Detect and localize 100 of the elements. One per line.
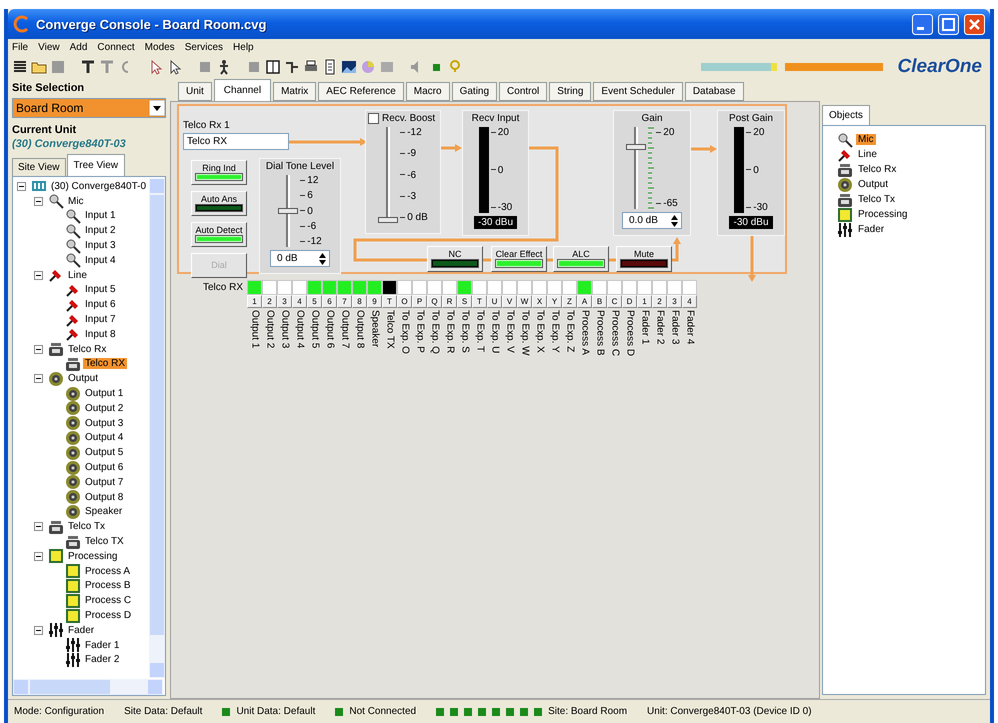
expander-icon[interactable] [34, 344, 43, 354]
menu-item[interactable]: Help [233, 42, 254, 52]
tab[interactable]: Control [499, 82, 548, 101]
matrix-cell[interactable] [427, 280, 442, 295]
column-number[interactable]: D [622, 295, 637, 308]
matrix-cell[interactable] [577, 280, 592, 295]
tree-item[interactable]: Telco Tx [66, 521, 108, 532]
checkbox[interactable] [368, 113, 379, 124]
column-number[interactable]: X [532, 295, 547, 308]
channel-button[interactable]: Ring Ind [191, 160, 247, 185]
tree-item[interactable]: Process B [83, 580, 133, 592]
tree-item[interactable]: Output 8 [83, 492, 126, 503]
matrix-cell[interactable] [322, 280, 337, 295]
expander-icon[interactable] [34, 552, 43, 561]
tree-item[interactable]: Output 3 [83, 418, 126, 429]
object-item[interactable]: Telco Tx [856, 194, 898, 205]
expander-icon[interactable] [34, 374, 43, 384]
menu-item[interactable]: View [38, 42, 60, 52]
column-number[interactable]: Z [562, 295, 577, 308]
menu-item[interactable]: Add [70, 42, 88, 52]
tree-item[interactable]: (30) Converge840T-0 [49, 180, 148, 192]
matrix-cell[interactable] [442, 280, 457, 295]
tree-item[interactable]: Fader [66, 624, 96, 636]
object-item[interactable]: Line [856, 149, 879, 160]
matrix-cell[interactable] [622, 280, 637, 295]
horizontal-scrollbar[interactable] [13, 679, 163, 695]
tab[interactable]: Gating [452, 82, 498, 101]
channel-button[interactable]: Mute [616, 246, 672, 272]
tab[interactable]: Channel [214, 79, 272, 101]
tree-item[interactable]: Process D [83, 610, 134, 621]
column-number[interactable]: 7 [337, 295, 352, 308]
channel-button[interactable]: ALC [553, 246, 609, 272]
tree-item[interactable]: Speaker [83, 506, 124, 518]
matrix-cell[interactable] [667, 280, 682, 295]
matrix-cell[interactable] [532, 280, 547, 295]
matrix-cell[interactable] [397, 280, 412, 295]
column-number[interactable]: 5 [307, 295, 322, 308]
object-item[interactable]: Telco Rx [856, 164, 898, 175]
tree-item[interactable]: Input 4 [83, 254, 118, 266]
column-number[interactable]: S [457, 295, 472, 308]
tree-item[interactable]: Process C [83, 595, 134, 606]
tree-item[interactable]: Output [66, 373, 100, 384]
object-item[interactable]: Output [856, 179, 890, 190]
channel-button[interactable]: Auto Detect [191, 222, 247, 247]
column-number[interactable]: Q [427, 295, 442, 308]
square-icon[interactable] [50, 59, 66, 75]
channel-button[interactable]: Auto Ans [191, 191, 247, 216]
expander-icon[interactable] [34, 270, 43, 280]
tree-item[interactable]: Input 3 [83, 240, 118, 252]
tab[interactable]: Database [684, 82, 744, 101]
expander-icon[interactable] [34, 626, 43, 635]
tab[interactable]: Site View [12, 158, 66, 176]
matrix-cell[interactable] [547, 280, 562, 295]
column-number[interactable]: 2 [262, 295, 277, 308]
matrix-cell[interactable] [682, 280, 697, 295]
matrix-cell[interactable] [472, 280, 487, 295]
column-number[interactable]: R [442, 295, 457, 308]
column-number[interactable]: 4 [682, 295, 697, 308]
column-number[interactable]: U [487, 295, 502, 308]
tab[interactable]: Matrix [273, 82, 316, 101]
matrix-cell[interactable] [262, 280, 277, 295]
column-number[interactable]: 1 [247, 295, 262, 308]
menu-item[interactable]: Connect [97, 42, 135, 52]
tree-item[interactable]: Line [66, 270, 89, 281]
column-number[interactable]: 9 [367, 295, 382, 308]
column-number[interactable]: 3 [277, 295, 292, 308]
matrix-cell[interactable] [247, 280, 262, 295]
tab[interactable]: Objects [822, 105, 870, 125]
tree-item[interactable]: Fader 1 [83, 640, 122, 651]
matrix-cell[interactable] [307, 280, 322, 295]
menu-item[interactable]: Services [184, 42, 224, 52]
menu-item[interactable]: Modes [144, 42, 175, 52]
matrix-cell[interactable] [367, 280, 382, 295]
channel-button[interactable]: NC [427, 246, 483, 272]
column-number[interactable]: 1 [637, 295, 652, 308]
object-item[interactable]: Mic [856, 134, 876, 145]
column-number[interactable]: B [592, 295, 607, 308]
tab[interactable]: String [549, 82, 592, 101]
expander-icon[interactable] [34, 196, 43, 206]
column-number[interactable]: Y [547, 295, 562, 308]
matrix-cell[interactable] [412, 280, 427, 295]
tree-item[interactable]: Output 1 [83, 388, 126, 400]
matrix-cell[interactable] [502, 280, 517, 295]
tree-item[interactable]: Telco Rx [66, 344, 108, 355]
tree-item[interactable]: Input 5 [83, 284, 118, 296]
minimize-button[interactable] [912, 14, 933, 34]
tree-item[interactable]: Output 2 [83, 402, 126, 414]
column-number[interactable]: A [577, 295, 592, 308]
tree-item[interactable]: Output 4 [83, 432, 126, 444]
matrix-cell[interactable] [277, 280, 292, 295]
menu-item[interactable]: File [12, 42, 28, 52]
matrix-cell[interactable] [637, 280, 652, 295]
column-number[interactable]: C [607, 295, 622, 308]
value-spinbox[interactable]: 0 dB [270, 250, 330, 267]
list-icon[interactable] [12, 59, 28, 75]
tab[interactable]: AEC Reference [318, 82, 404, 101]
tree-item[interactable]: Output 6 [83, 462, 126, 474]
tab[interactable]: Macro [406, 82, 450, 101]
vertical-scrollbar[interactable] [149, 177, 165, 679]
expander-icon[interactable] [17, 182, 26, 191]
